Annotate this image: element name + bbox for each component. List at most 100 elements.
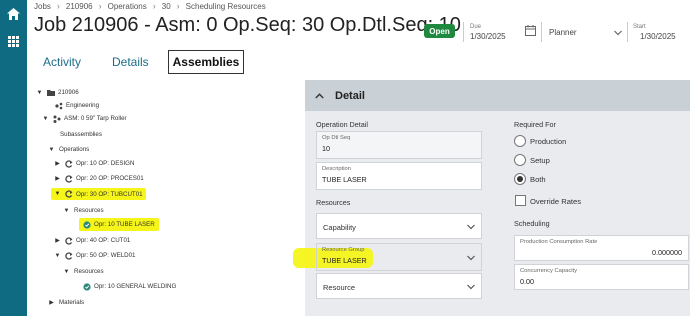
operation-icon <box>65 236 73 245</box>
tree-label: Materials <box>59 299 85 306</box>
field-label: Resource Group <box>322 247 365 253</box>
operation-icon <box>65 190 73 198</box>
tree-node-job[interactable]: ▼ 210906 <box>36 87 79 98</box>
tree-node-operation[interactable]: ▶ Opr: 40 OP: CUT01 <box>54 235 130 246</box>
tree-node-resources[interactable]: ▼ Resources <box>63 266 104 277</box>
tree-label: 210906 <box>58 89 79 96</box>
field-placeholder: Capability <box>323 223 356 232</box>
caret-right-icon[interactable]: ▶ <box>48 299 55 306</box>
tree-node-operation[interactable]: ▶ Opr: 20 OP: PROCES01 <box>54 173 144 184</box>
chevron-up-icon[interactable] <box>315 92 324 99</box>
tree-label: Opr: 10 TUBE LASER <box>94 221 155 228</box>
tree-node-materials[interactable]: ▶ Materials <box>48 297 84 308</box>
field-value: 10 <box>322 144 330 153</box>
divider <box>541 22 542 42</box>
field-value: TUBE LASER <box>322 175 367 184</box>
production-consumption-rate-field[interactable]: Production Consumption Rate 0.000000 <box>514 235 689 261</box>
breadcrumb-jobs[interactable]: Jobs <box>34 2 51 11</box>
calendar-icon[interactable] <box>525 25 536 36</box>
tree-node-operations[interactable]: ▼ Operations <box>48 144 90 155</box>
caret-down-icon[interactable]: ▼ <box>36 90 43 96</box>
apps-grid-icon[interactable] <box>5 33 22 50</box>
tab-assemblies[interactable]: Assemblies <box>168 50 244 74</box>
tree-node-subassemblies[interactable]: Subassemblies <box>60 129 102 140</box>
divider <box>463 22 464 42</box>
tree-node-resource-selected[interactable]: Opr: 10 TUBE LASER <box>79 218 159 231</box>
tree-node-resource[interactable]: Opr: 10 GENERAL WELDING <box>83 281 176 292</box>
tree-node-operation[interactable]: ▶ Opr: 10 OP: DESIGN <box>54 158 134 169</box>
caret-down-icon[interactable]: ▼ <box>42 116 49 122</box>
assembly-icon <box>53 115 61 123</box>
radio-both[interactable] <box>514 173 526 185</box>
required-for-heading: Required For <box>514 120 556 129</box>
folder-icon <box>47 89 55 97</box>
caret-down-icon[interactable]: ▼ <box>63 269 70 275</box>
tree-node-assembly[interactable]: ▼ ASM: 0 59" Tarp Roller <box>42 113 127 124</box>
assembly-tree: ▼ 210906 Engineering ▼ ASM: 0 59" Tarp R… <box>27 80 299 316</box>
tree-label: Opr: 30 OP: TUBCUT01 <box>76 190 143 198</box>
field-value: 0.00 <box>520 277 534 286</box>
caret-right-icon[interactable]: ▶ <box>54 175 61 182</box>
due-date-field[interactable]: 1/30/2025 <box>470 32 506 41</box>
breadcrumb: Jobs › 210906 › Operations › 30 › Schedu… <box>34 0 266 12</box>
radio-label: Both <box>530 175 546 184</box>
caret-down-icon[interactable]: ▼ <box>48 147 55 153</box>
tree-label: Opr: 20 OP: PROCES01 <box>76 175 144 182</box>
tree-label: Resources <box>74 268 104 275</box>
planner-select[interactable]: Planner <box>549 28 577 37</box>
field-label: Op Dtl Seq <box>322 135 351 141</box>
tab-activity[interactable]: Activity <box>43 50 83 74</box>
resource-icon <box>83 282 91 291</box>
concurrency-capacity-field[interactable]: Concurrency Capacity 0.00 <box>514 264 689 290</box>
tree-node-engineering[interactable]: Engineering <box>55 100 99 111</box>
tree-node-operation-selected[interactable]: ▼ Opr: 30 OP: TUBCUT01 <box>51 188 146 200</box>
page-title: Job 210906 - Asm: 0 Op.Seq: 30 Op.Dtl.Se… <box>34 14 461 36</box>
detail-header[interactable]: Detail <box>305 80 690 111</box>
home-icon[interactable] <box>5 5 22 22</box>
caret-down-icon[interactable]: ▼ <box>54 191 61 197</box>
operation-detail-heading: Operation Detail <box>316 120 368 129</box>
field-label: Description <box>322 166 351 172</box>
operation-icon <box>65 251 73 260</box>
breadcrumb-op[interactable]: 30 <box>162 2 171 11</box>
due-label: Due <box>470 24 482 30</box>
radio-setup[interactable] <box>514 154 526 166</box>
tree-label: Resources <box>74 207 104 214</box>
caret-down-icon[interactable]: ▼ <box>63 208 70 214</box>
caret-right-icon[interactable]: ▶ <box>54 237 61 244</box>
nav-rail <box>0 0 27 316</box>
tree-label: Operations <box>59 146 90 153</box>
breadcrumb-operations[interactable]: Operations <box>108 2 147 11</box>
chevron-down-icon[interactable] <box>467 255 475 261</box>
caret-right-icon[interactable]: ▶ <box>54 160 61 167</box>
detail-panel: Detail Operation Detail Op Dtl Seq 10 De… <box>293 80 690 316</box>
scheduling-heading: Scheduling <box>514 219 550 228</box>
tree-label: ASM: 0 59" Tarp Roller <box>64 115 127 122</box>
field-value: TUBE LASER <box>322 256 367 265</box>
tree-label: Subassemblies <box>60 131 102 138</box>
breadcrumb-job[interactable]: 210906 <box>66 2 93 11</box>
tree-label: Opr: 10 GENERAL WELDING <box>94 283 177 290</box>
tree-node-operation[interactable]: ▼ Opr: 50 OP: WELD01 <box>54 250 136 261</box>
chevron-down-icon[interactable] <box>614 30 622 36</box>
resource-select[interactable]: Resource <box>316 273 482 299</box>
description-field[interactable]: Description TUBE LASER <box>316 162 482 190</box>
start-date-field[interactable]: 1/30/2025 <box>640 32 676 41</box>
resource-group-select[interactable]: Resource Group TUBE LASER <box>316 243 482 271</box>
operation-icon <box>65 174 73 183</box>
breadcrumb-scheduling-resources: Scheduling Resources <box>185 1 266 11</box>
tree-node-resources[interactable]: ▼ Resources <box>63 205 104 216</box>
tree-label: Opr: 40 OP: CUT01 <box>76 237 131 244</box>
app-root: Jobs › 210906 › Operations › 30 › Schedu… <box>0 0 690 316</box>
tree-label: Opr: 50 OP: WELD01 <box>76 252 136 259</box>
tab-details[interactable]: Details <box>112 50 152 74</box>
radio-production[interactable] <box>514 135 526 147</box>
caret-down-icon[interactable]: ▼ <box>54 253 61 259</box>
divider <box>627 22 628 42</box>
override-rates-checkbox[interactable] <box>515 195 526 206</box>
checkbox-label: Override Rates <box>530 197 582 206</box>
chevron-down-icon[interactable] <box>467 284 475 290</box>
chevron-down-icon[interactable] <box>467 224 475 230</box>
capability-select[interactable]: Capability <box>316 213 482 239</box>
tree-label: Engineering <box>66 102 100 109</box>
